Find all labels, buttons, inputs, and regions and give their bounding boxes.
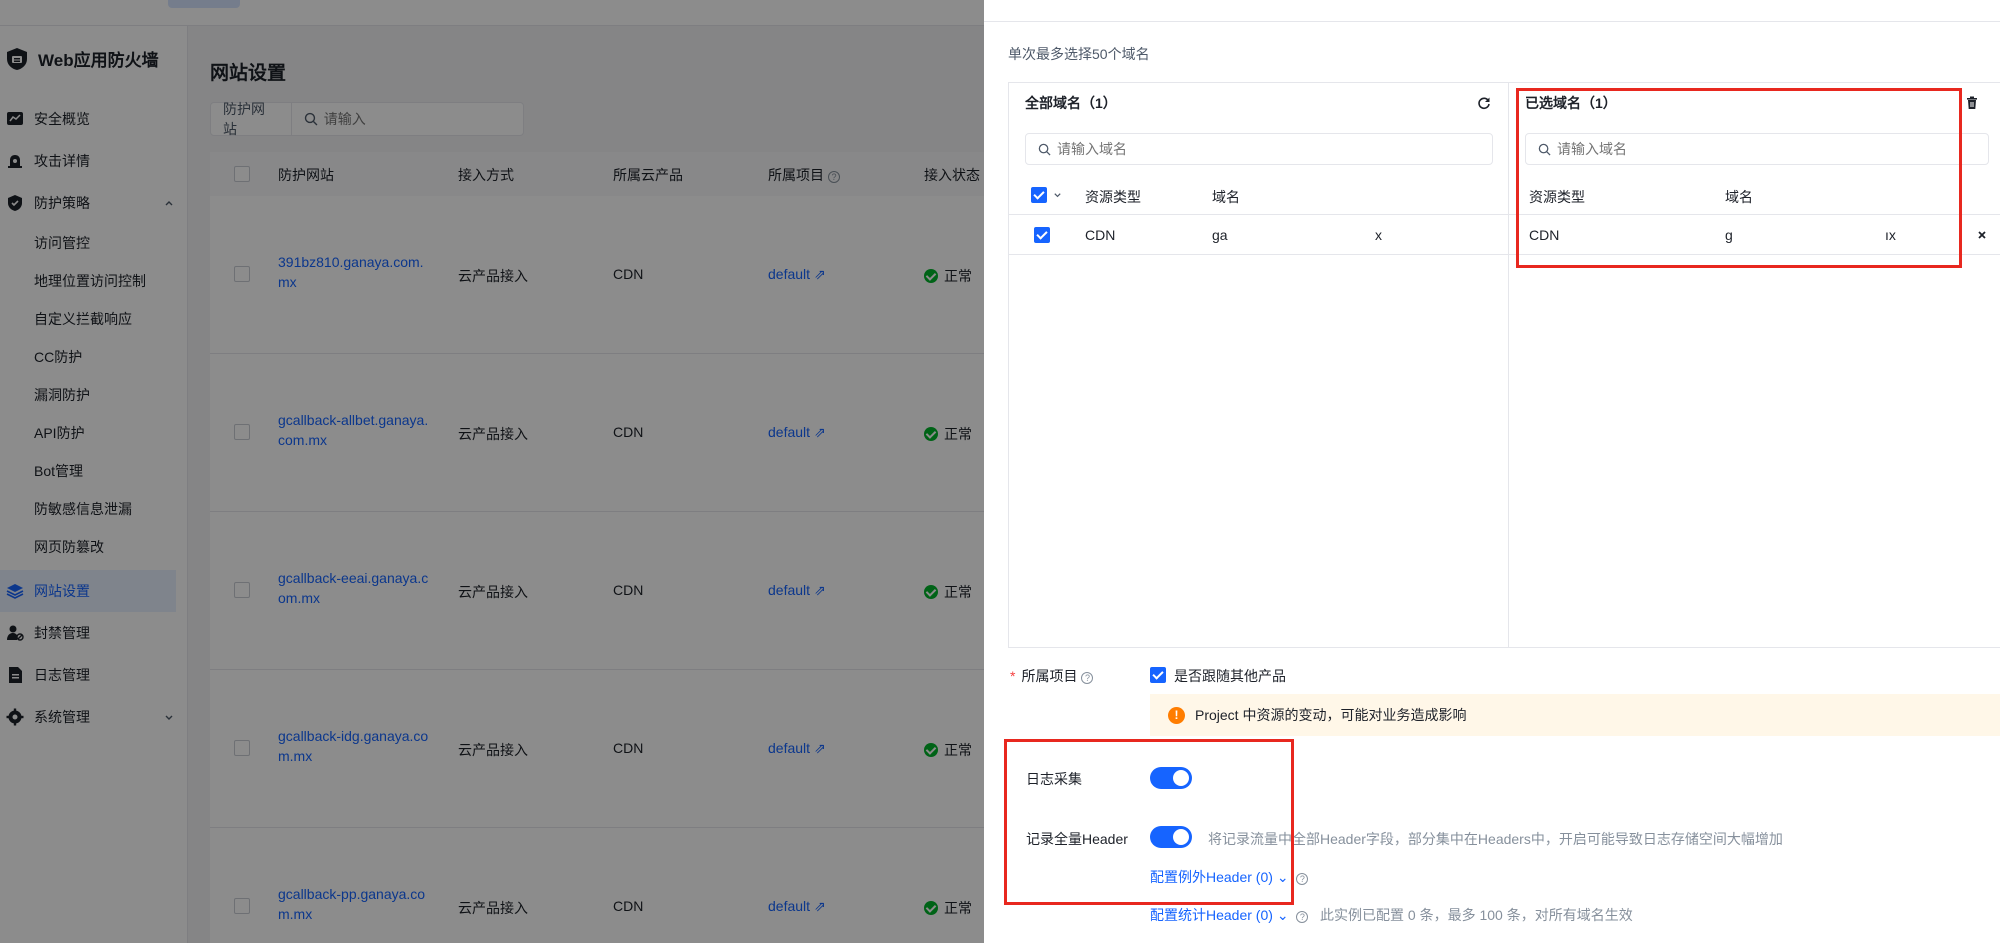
col-domain: 域名 xyxy=(1212,189,1240,205)
row-checkbox[interactable] xyxy=(1034,227,1050,243)
stat-header-label: 配置统计Header (0) xyxy=(1150,907,1273,923)
domain-name: g xyxy=(1725,227,1733,243)
resource-type: CDN xyxy=(1529,227,1560,243)
resource-type: CDN xyxy=(1085,227,1116,243)
help-icon[interactable]: ? xyxy=(1296,873,1309,885)
full-header-desc: 将记录流量中全部Header字段，部分集中在Headers中，开启可能导致日志存… xyxy=(1208,831,1783,847)
chevron-down-icon: ⌄ xyxy=(1276,907,1289,923)
col-resource-type: 资源类型 xyxy=(1529,189,1585,205)
refresh-icon[interactable] xyxy=(1477,96,1491,110)
all-domains-header: 资源类型 域名 xyxy=(1009,175,1508,215)
chevron-down-icon[interactable] xyxy=(1053,191,1062,200)
selection-limit-hint: 单次最多选择50个域名 xyxy=(1008,46,1150,62)
stat-header-desc: 此实例已配置 0 条，最多 100 条，对所有域名生效 xyxy=(1320,907,1633,923)
list-item: CDN g ıx xyxy=(1509,215,2000,255)
col-domain: 域名 xyxy=(1725,189,1753,205)
domain-name-suffix: x xyxy=(1375,227,1382,243)
required-mark: * xyxy=(1010,668,1016,684)
close-icon[interactable] xyxy=(1977,230,1987,240)
all-domains-search xyxy=(1025,133,1493,165)
selected-domains-search xyxy=(1525,133,1989,165)
project-label: 所属项目 xyxy=(1021,668,1078,684)
follow-other-product-label: 是否跟随其他产品 xyxy=(1174,668,1286,684)
all-domains-title: 全部域名（1） xyxy=(1025,95,1117,111)
drawer-header xyxy=(984,0,2000,22)
col-resource-type: 资源类型 xyxy=(1085,189,1141,205)
modal-mask[interactable] xyxy=(0,0,984,943)
warning-icon: ! xyxy=(1168,706,1185,724)
selected-domains-title: 已选域名（1） xyxy=(1525,95,1617,111)
select-all-checkbox[interactable] xyxy=(1031,187,1047,203)
search-icon xyxy=(1038,143,1051,156)
exclude-header-link[interactable]: 配置例外Header (0) ⌄ ? xyxy=(1150,867,1309,887)
stat-header-link[interactable]: 配置统计Header (0) ⌄ ? xyxy=(1150,905,1309,925)
full-header-switch[interactable] xyxy=(1150,826,1192,848)
domain-name: ga xyxy=(1212,227,1228,243)
domain-name-suffix: ıx xyxy=(1885,227,1896,243)
project-field-label: * 所属项目? xyxy=(1010,666,1094,686)
selected-domains-search-input[interactable] xyxy=(1557,141,1857,157)
help-icon[interactable]: ? xyxy=(1296,911,1309,923)
exclude-header-label: 配置例外Header (0) xyxy=(1150,869,1273,885)
search-icon xyxy=(1538,143,1551,156)
list-item[interactable]: CDN ga x xyxy=(1009,215,1508,255)
trash-icon[interactable] xyxy=(1965,96,1979,110)
all-domains-search-input[interactable] xyxy=(1057,141,1357,157)
log-collect-label: 日志采集 xyxy=(1026,771,1082,787)
domain-transfer: 全部域名（1） 资源类型 域名 CDN ga x 已选域名（1） xyxy=(1008,82,2000,648)
all-domains-panel: 全部域名（1） 资源类型 域名 CDN ga x xyxy=(1009,83,1509,647)
log-collect-switch[interactable] xyxy=(1150,767,1192,789)
full-header-label: 记录全量Header xyxy=(1026,831,1128,847)
help-icon[interactable]: ? xyxy=(1081,672,1094,684)
chevron-down-icon: ⌄ xyxy=(1276,869,1289,885)
selected-domains-header: 资源类型 域名 xyxy=(1509,175,2000,215)
alert-text: Project 中资源的变动，可能对业务造成影响 xyxy=(1195,707,1467,723)
selected-domains-panel: 已选域名（1） 资源类型 域名 CDN g ıx xyxy=(1509,83,2000,647)
project-warning-alert: ! Project 中资源的变动，可能对业务造成影响 xyxy=(1150,694,2000,736)
follow-other-product-checkbox[interactable] xyxy=(1150,667,1166,683)
add-domain-drawer: 单次最多选择50个域名 全部域名（1） 资源类型 域名 CDN ga x xyxy=(984,0,2000,943)
